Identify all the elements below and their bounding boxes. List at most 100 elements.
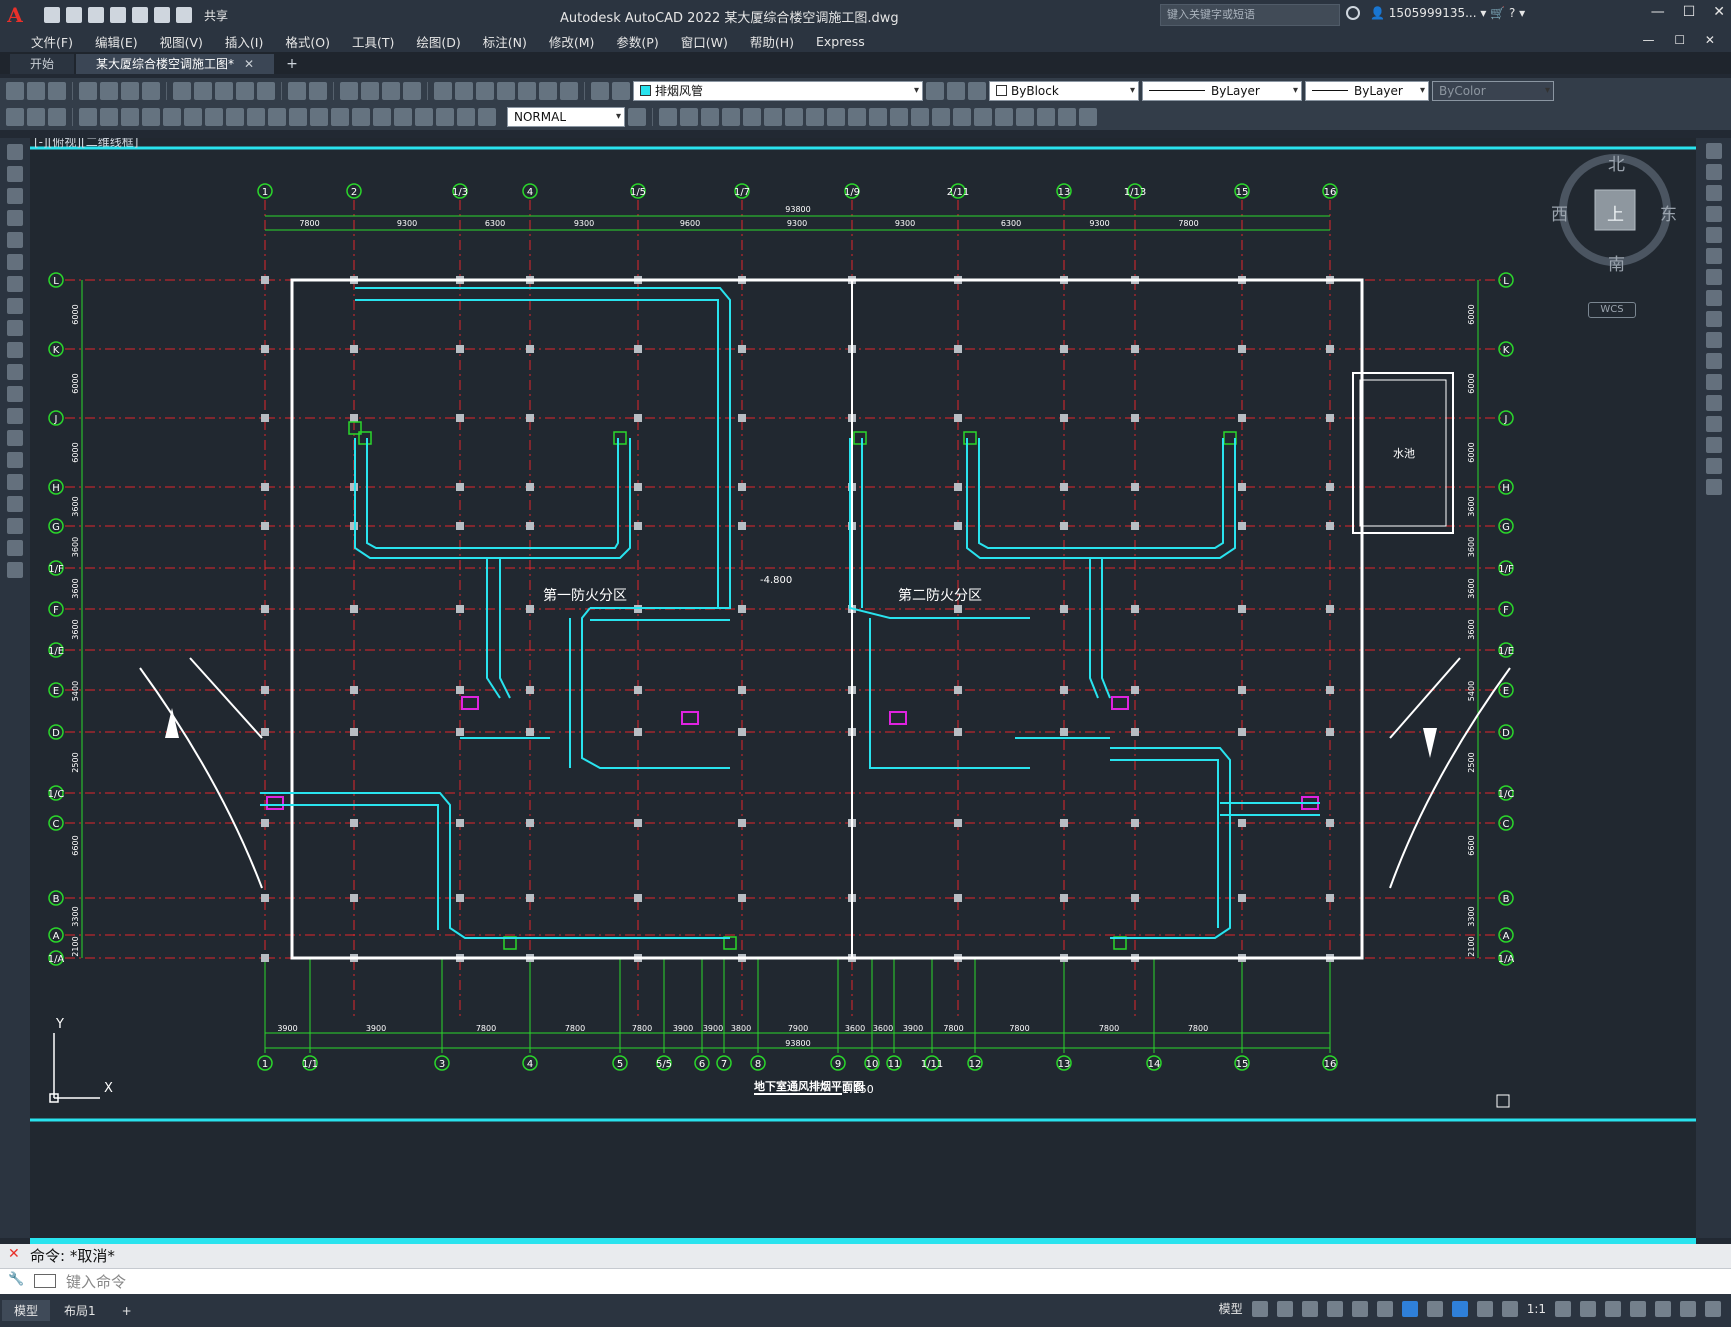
layer-previous-icon[interactable] bbox=[947, 82, 965, 100]
viewcube-north[interactable]: 北 bbox=[1608, 150, 1625, 175]
user-account-button[interactable]: 👤 1505999135... ▾ 🛒 ? ▾ bbox=[1370, 6, 1525, 20]
command-input[interactable]: 键入命令 bbox=[0, 1268, 1731, 1294]
scale-tool-icon[interactable] bbox=[1705, 290, 1722, 306]
rectangle-icon[interactable] bbox=[7, 232, 23, 248]
saveas-icon[interactable] bbox=[110, 7, 126, 23]
workspace-icon[interactable] bbox=[1555, 1300, 1571, 1317]
hatch-draw-icon[interactable] bbox=[7, 452, 23, 468]
continue-icon[interactable] bbox=[289, 108, 307, 126]
blend-tool-icon[interactable] bbox=[1705, 458, 1722, 474]
tolerance-icon[interactable] bbox=[352, 108, 370, 126]
dim-update-icon[interactable] bbox=[478, 108, 496, 126]
search-input[interactable]: 键入关键字或短语 bbox=[1160, 4, 1340, 26]
menu-item-12[interactable]: Express bbox=[805, 34, 876, 49]
match-properties-icon[interactable] bbox=[236, 82, 254, 100]
app-menu-button[interactable]: A bbox=[0, 0, 30, 30]
lineweight-dropdown[interactable]: ByLayer bbox=[1305, 81, 1429, 101]
doc-window-controls[interactable]: — ☐ ✕ bbox=[1643, 33, 1723, 47]
viewport-controls[interactable]: [-][俯视][二维线框] bbox=[34, 134, 138, 149]
menu-item-3[interactable]: 插入(I) bbox=[214, 32, 274, 51]
plot-icon[interactable] bbox=[79, 82, 97, 100]
cut-icon[interactable] bbox=[173, 82, 191, 100]
open-icon[interactable] bbox=[27, 82, 45, 100]
dimstyle-dropdown[interactable]: NORMAL bbox=[507, 107, 625, 127]
fillet-tool-icon[interactable] bbox=[1705, 437, 1722, 453]
redo-icon[interactable] bbox=[309, 82, 327, 100]
extend-icon[interactable] bbox=[848, 108, 866, 126]
properties-icon[interactable] bbox=[434, 82, 452, 100]
text-icon[interactable] bbox=[7, 540, 23, 556]
markup-icon[interactable] bbox=[518, 82, 536, 100]
mtext-icon[interactable] bbox=[6, 108, 24, 126]
viewcube-top-face[interactable]: 上 bbox=[1607, 200, 1624, 225]
viewcube-south[interactable]: 南 bbox=[1608, 250, 1625, 275]
join-icon[interactable] bbox=[890, 108, 908, 126]
annotation-scale-icon[interactable] bbox=[1501, 1300, 1518, 1317]
close-icon[interactable]: ✕ bbox=[1713, 4, 1725, 20]
layer-properties-icon[interactable] bbox=[591, 82, 609, 100]
erase-tool-icon[interactable] bbox=[1705, 143, 1722, 159]
scale-value[interactable]: 1:1 bbox=[1527, 1302, 1546, 1316]
wipeout-icon[interactable] bbox=[1058, 108, 1076, 126]
construction-line-icon[interactable] bbox=[7, 166, 23, 182]
multileader-icon[interactable] bbox=[48, 108, 66, 126]
arc-icon[interactable] bbox=[7, 254, 23, 270]
hatch-icon[interactable] bbox=[995, 108, 1013, 126]
region-icon[interactable] bbox=[1037, 108, 1055, 126]
add-selected-icon[interactable] bbox=[7, 562, 23, 578]
open-icon[interactable] bbox=[66, 7, 82, 23]
dim-text-edit-icon[interactable] bbox=[457, 108, 475, 126]
isolate-icon[interactable] bbox=[1655, 1300, 1671, 1317]
gradient-icon[interactable] bbox=[1016, 108, 1034, 126]
preview-icon[interactable] bbox=[100, 82, 118, 100]
units-icon[interactable] bbox=[1605, 1300, 1621, 1317]
layer-iso-icon[interactable] bbox=[968, 82, 986, 100]
quick-properties-icon[interactable] bbox=[1630, 1300, 1646, 1317]
menu-item-0[interactable]: 文件(F) bbox=[20, 32, 84, 51]
explode-icon[interactable] bbox=[953, 108, 971, 126]
menu-item-10[interactable]: 窗口(W) bbox=[670, 32, 739, 51]
rotate-tool-icon[interactable] bbox=[1705, 269, 1722, 285]
trim-icon[interactable] bbox=[827, 108, 845, 126]
copy-icon[interactable] bbox=[194, 82, 212, 100]
menu-item-4[interactable]: 格式(O) bbox=[274, 32, 341, 51]
search-icon[interactable] bbox=[1346, 6, 1360, 20]
linetype-dropdown[interactable]: ByLayer bbox=[1142, 81, 1302, 101]
join-tool-icon[interactable] bbox=[1705, 395, 1722, 411]
aligned-dim-icon[interactable] bbox=[100, 108, 118, 126]
drawing-svg[interactable]: [-][俯视][二维线框] 1 2 1/3 4 1/5 1/7 1/9 2/11 13 1/13 1… bbox=[30, 134, 1696, 1238]
insert-block-icon[interactable] bbox=[7, 386, 23, 402]
model-space-button[interactable]: 模型 bbox=[1219, 1300, 1243, 1317]
zoom-window-icon[interactable] bbox=[382, 82, 400, 100]
customize-status-icon[interactable] bbox=[1705, 1300, 1721, 1317]
menu-item-5[interactable]: 工具(T) bbox=[341, 32, 405, 51]
break-at-point-icon[interactable] bbox=[869, 108, 887, 126]
osnap-tracking-icon[interactable] bbox=[1376, 1300, 1393, 1317]
angular-icon[interactable] bbox=[226, 108, 244, 126]
new-icon[interactable] bbox=[44, 7, 60, 23]
circle-icon[interactable] bbox=[7, 276, 23, 292]
layout-tab[interactable]: 布局1 bbox=[52, 1300, 108, 1321]
mirror-icon[interactable] bbox=[680, 108, 698, 126]
tab-start[interactable]: 开始 bbox=[10, 54, 75, 74]
diameter-icon[interactable] bbox=[205, 108, 223, 126]
sheet-set-icon[interactable] bbox=[497, 82, 515, 100]
model-tab[interactable]: 模型 bbox=[2, 1300, 51, 1321]
menu-item-11[interactable]: 帮助(H) bbox=[739, 32, 805, 51]
maximize-icon[interactable]: ☐ bbox=[1683, 4, 1696, 20]
minimize-icon[interactable]: — bbox=[1651, 4, 1665, 20]
ellipse-icon[interactable] bbox=[7, 342, 23, 358]
ortho-icon[interactable] bbox=[1301, 1300, 1318, 1317]
close-tab-icon[interactable]: ✕ bbox=[244, 57, 254, 71]
ellipse-arc-icon[interactable] bbox=[7, 364, 23, 380]
copy-obj-icon[interactable] bbox=[659, 108, 677, 126]
explode-tool-icon[interactable] bbox=[1705, 479, 1722, 495]
save-icon[interactable] bbox=[48, 82, 66, 100]
baseline-icon[interactable] bbox=[268, 108, 286, 126]
radius-icon[interactable] bbox=[163, 108, 181, 126]
redo-icon[interactable] bbox=[176, 7, 192, 23]
region-draw-icon[interactable] bbox=[7, 496, 23, 512]
erase-icon[interactable] bbox=[974, 108, 992, 126]
design-center-icon[interactable] bbox=[455, 82, 473, 100]
add-layout-button[interactable]: + bbox=[110, 1302, 144, 1320]
